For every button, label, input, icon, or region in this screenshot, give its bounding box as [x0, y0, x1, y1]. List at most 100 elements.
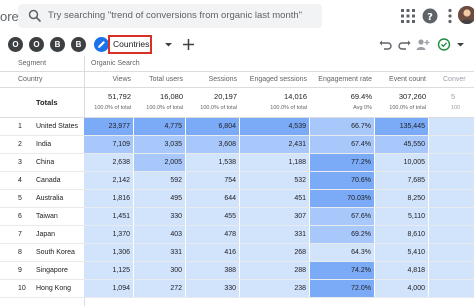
country-name[interactable]: Japan	[36, 231, 55, 238]
country-name[interactable]: India	[36, 141, 51, 148]
column-header[interactable]: Conver	[429, 72, 474, 87]
app-name: ore	[0, 9, 19, 24]
metric-cell: 70.03%	[310, 190, 375, 207]
metric-cell: 3,035	[134, 136, 186, 153]
metric-cell: 592	[134, 172, 186, 189]
metric-cell: 7,109	[84, 136, 134, 153]
report-toolbar: O O B B Countries	[0, 34, 474, 56]
metric-cell: 2,005	[134, 154, 186, 171]
metric-cell: 4,000	[375, 280, 429, 297]
metric-cell: 2,431	[240, 136, 310, 153]
metric-cell	[429, 262, 474, 279]
avatar[interactable]	[458, 6, 474, 24]
comparison-chip-3[interactable]: B	[50, 37, 65, 52]
metric-cell: 238	[240, 280, 310, 297]
row-rank: 8	[18, 249, 22, 256]
column-header[interactable]: Engagement rate	[310, 72, 375, 87]
column-header[interactable]: Event count	[375, 72, 429, 87]
totals-subtext: 100.0% of total	[94, 105, 131, 111]
search-bar[interactable]: Try searching "trend of conversions from…	[18, 4, 322, 28]
row-rank: 7	[18, 231, 22, 238]
metric-cell: 72.0%	[310, 280, 375, 297]
comparison-chip-1[interactable]: O	[8, 37, 23, 52]
table-row[interactable]: 5 Australia 1,816 495 644 451 70.03% 8,250	[0, 190, 474, 208]
metric-cell	[429, 118, 474, 135]
metric-cell: 478	[186, 226, 240, 243]
totals-value: 5	[451, 92, 456, 101]
country-name[interactable]: Australia	[36, 195, 63, 202]
metric-cell: 1,125	[84, 262, 134, 279]
metric-cell: 2,142	[84, 172, 134, 189]
metric-cell	[429, 280, 474, 297]
metric-cell: 307	[240, 208, 310, 225]
metric-cell: 45,550	[375, 136, 429, 153]
search-icon	[28, 9, 42, 23]
help-icon[interactable]: ?	[420, 6, 440, 26]
dimension-column-header[interactable]: Country	[18, 76, 43, 83]
pencil-icon	[98, 41, 105, 48]
column-header-row: Country Views Total users Sessions Engaged …	[0, 72, 474, 88]
metric-cell	[429, 244, 474, 261]
comparison-chip-4[interactable]: B	[71, 37, 86, 52]
table-row[interactable]: 3 China 2,638 2,005 1,538 1,188 77.2% 10,005	[0, 154, 474, 172]
metric-cell: 403	[134, 226, 186, 243]
metric-cell	[429, 154, 474, 171]
column-header[interactable]: Views	[84, 72, 134, 87]
metric-cell: 754	[186, 172, 240, 189]
row-rank: 2	[18, 141, 22, 148]
metric-cell: 288	[240, 262, 310, 279]
column-header[interactable]: Total users	[134, 72, 186, 87]
metric-cell: 644	[186, 190, 240, 207]
status-check-icon[interactable]	[436, 36, 453, 53]
metric-cell: 10,005	[375, 154, 429, 171]
table-row[interactable]: 9 Singapore 1,125 300 388 288 74.2% 4,818	[0, 262, 474, 280]
column-header[interactable]: Engaged sessions	[240, 72, 310, 87]
metric-cell: 74.2%	[310, 262, 375, 279]
share-user-icon[interactable]	[414, 36, 431, 53]
table-row[interactable]: 4 Canada 2,142 592 754 532 70.6% 7,685	[0, 172, 474, 190]
metric-cell: 5,110	[375, 208, 429, 225]
undo-icon[interactable]	[377, 36, 394, 53]
table-row[interactable]: 7 Japan 1,370 403 478 331 69.2% 8,610	[0, 226, 474, 244]
status-dropdown-icon[interactable]	[452, 36, 469, 53]
country-name[interactable]: South Korea	[36, 249, 75, 256]
table-row[interactable]: 2 India 7,109 3,035 3,608 2,431 67.4% 45,550	[0, 136, 474, 154]
comparison-chip-2[interactable]: O	[29, 37, 44, 52]
table-row[interactable]: 1 United States 23,977 4,775 6,804 4,539 66.7%…	[0, 118, 474, 136]
metric-cell: 1,370	[84, 226, 134, 243]
redo-icon[interactable]	[396, 36, 413, 53]
add-tab-icon[interactable]	[180, 36, 197, 53]
metric-cell: 272	[134, 280, 186, 297]
table-row[interactable]: 6 Taiwan 1,451 330 455 307 67.6% 5,110	[0, 208, 474, 226]
edit-tab-button[interactable]	[94, 37, 109, 52]
column-header[interactable]: Sessions	[186, 72, 240, 87]
country-name[interactable]: United States	[36, 123, 78, 130]
country-name[interactable]: China	[36, 159, 54, 166]
country-name[interactable]: Hong Kong	[36, 285, 71, 292]
totals-subtext: 100.0% of total	[146, 105, 183, 111]
metric-cell	[429, 226, 474, 243]
row-rank: 5	[18, 195, 22, 202]
metric-cell: 8,610	[375, 226, 429, 243]
metric-cell: 4,818	[375, 262, 429, 279]
tab-dropdown-icon[interactable]	[160, 36, 177, 53]
segment-header-row: Segment Organic Search	[0, 56, 474, 72]
country-name[interactable]: Singapore	[36, 267, 68, 274]
country-name[interactable]: Canada	[36, 177, 61, 184]
report-table: Segment Organic Search Country Views Tota…	[0, 56, 474, 306]
metric-cell: 331	[134, 244, 186, 261]
tab-countries[interactable]: Countries	[108, 35, 152, 54]
apps-grid-icon[interactable]	[398, 6, 418, 26]
row-rank: 3	[18, 159, 22, 166]
top-bar: ore Try searching "trend of conversions …	[0, 0, 474, 32]
table-row[interactable]: 10 Hong Kong 1,094 272 330 238 72.0% 4,000	[0, 280, 474, 298]
more-vert-icon[interactable]	[440, 6, 460, 26]
table-row[interactable]: 8 South Korea 1,306 331 416 268 64.3% 5,410	[0, 244, 474, 262]
totals-label: Totals	[36, 98, 58, 107]
totals-value: 14,016	[284, 92, 307, 101]
metric-cell: 1,451	[84, 208, 134, 225]
metric-cell: 64.3%	[310, 244, 375, 261]
totals-value: 307,260	[398, 92, 426, 101]
country-name[interactable]: Taiwan	[36, 213, 58, 220]
segment-label: Segment	[18, 60, 47, 67]
